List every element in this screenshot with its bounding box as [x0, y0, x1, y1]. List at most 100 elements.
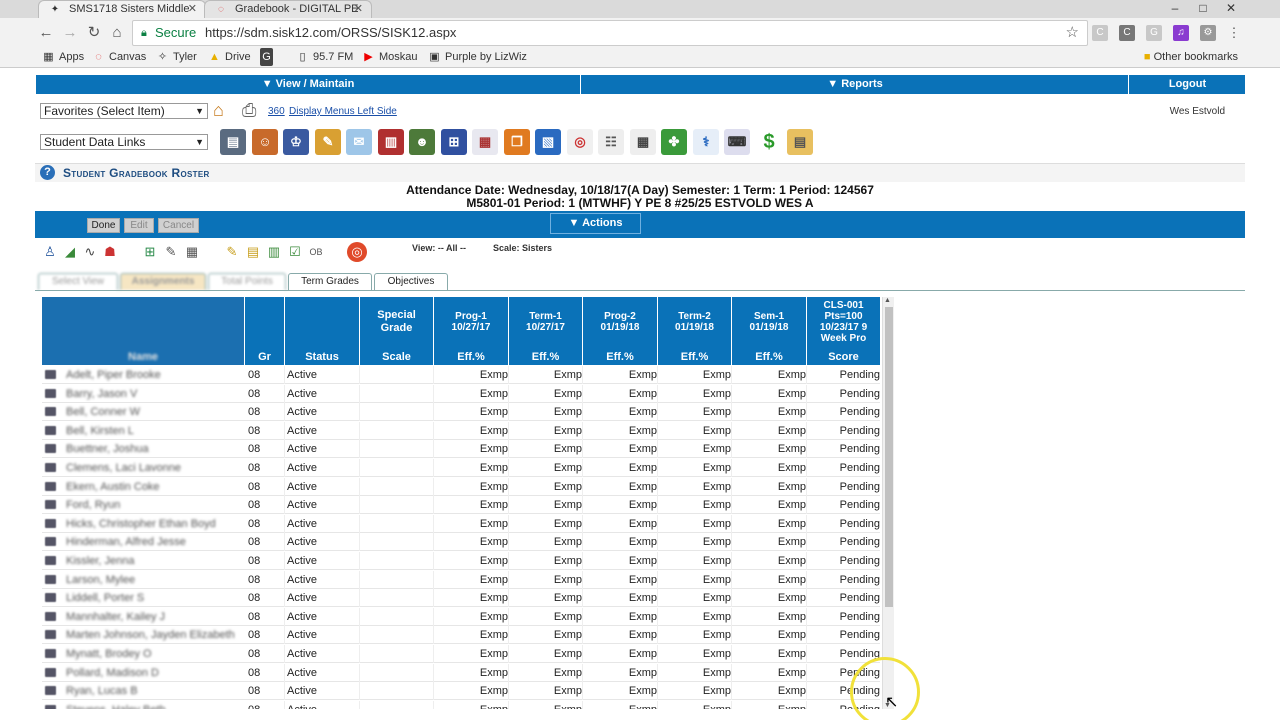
- sem1-cell[interactable]: Exmp: [732, 589, 807, 608]
- grid-icon[interactable]: ▦: [630, 129, 656, 155]
- grade-cell[interactable]: 08: [245, 496, 285, 515]
- student-card-icon[interactable]: [45, 463, 56, 472]
- status-cell[interactable]: Active: [285, 700, 360, 709]
- column-header-prog2[interactable]: Prog-2 01/19/18 Eff.%: [583, 297, 658, 365]
- extension-icon[interactable]: C: [1119, 25, 1135, 41]
- term1-cell[interactable]: Exmp: [509, 384, 583, 403]
- display-menus-left-link[interactable]: Display Menus Left Side: [289, 106, 397, 117]
- url-text[interactable]: https://sdm.sisk12.com/ORSS/SISK12.aspx: [205, 21, 456, 45]
- student-name-cell[interactable]: Ford, Ryun: [66, 496, 244, 514]
- term2-cell[interactable]: Exmp: [658, 403, 732, 422]
- scale-filter[interactable]: Scale: Sisters: [493, 243, 552, 253]
- grade-cell[interactable]: 08: [245, 626, 285, 645]
- actions-dropdown[interactable]: ▼ Actions: [550, 213, 641, 234]
- prog1-cell[interactable]: Exmp: [434, 700, 509, 709]
- tab-objectives[interactable]: Objectives: [374, 273, 448, 290]
- grade-cell[interactable]: 08: [245, 514, 285, 533]
- score-cell[interactable]: Pending: [807, 366, 880, 384]
- sem1-cell[interactable]: Exmp: [732, 663, 807, 682]
- term1-cell[interactable]: Exmp: [509, 421, 583, 440]
- prog1-cell[interactable]: Exmp: [434, 682, 509, 701]
- table-row[interactable]: Ekern, Austin Coke 08 Active Exmp Exmp Exmp Ex…: [42, 477, 880, 496]
- menu-kebab-icon[interactable]: ⋮: [1224, 23, 1244, 43]
- scrollbar-thumb[interactable]: [885, 307, 893, 607]
- sem1-cell[interactable]: Exmp: [732, 552, 807, 570]
- maximize-icon[interactable]: □: [1190, 0, 1216, 18]
- term1-cell[interactable]: Exmp: [509, 496, 583, 515]
- grade-cell[interactable]: 08: [245, 384, 285, 403]
- term1-cell[interactable]: Exmp: [509, 440, 583, 459]
- prog2-cell[interactable]: Exmp: [583, 552, 658, 570]
- prog2-cell[interactable]: Exmp: [583, 626, 658, 645]
- column-header-special-grade[interactable]: Special Grade Scale: [360, 297, 434, 365]
- extension-icon[interactable]: ⚙: [1200, 25, 1216, 41]
- score-cell[interactable]: Pending: [807, 496, 880, 514]
- bookmark-moskau[interactable]: ▶ Moskau: [362, 48, 417, 66]
- menu-view-maintain[interactable]: ▼ View / Maintain: [36, 75, 581, 94]
- table-row[interactable]: Hicks, Christopher Ethan Boyd 08 Active Exm…: [42, 514, 880, 533]
- bookmark-star-icon[interactable]: ☆: [1066, 21, 1079, 45]
- sem1-cell[interactable]: Exmp: [732, 496, 807, 515]
- term2-cell[interactable]: Exmp: [658, 384, 732, 403]
- status-cell[interactable]: Active: [285, 477, 360, 496]
- table-row[interactable]: Buettner, Joshua 08 Active Exmp Exmp Exmp Exmp…: [42, 440, 880, 459]
- student-card-icon[interactable]: [45, 556, 56, 565]
- prog1-cell[interactable]: Exmp: [434, 421, 509, 440]
- table-row[interactable]: Bell, Kirsten L 08 Active Exmp Exmp Exmp Exmp E…: [42, 421, 880, 440]
- student-name-cell[interactable]: Bell, Conner W: [66, 403, 244, 421]
- objectives-icon[interactable]: OB: [306, 242, 326, 262]
- term2-cell[interactable]: Exmp: [658, 607, 732, 626]
- score-cell[interactable]: Pending: [807, 608, 880, 626]
- sem1-cell[interactable]: Exmp: [732, 570, 807, 589]
- sem1-cell[interactable]: Exmp: [732, 403, 807, 422]
- status-cell[interactable]: Active: [285, 607, 360, 626]
- status-cell[interactable]: Active: [285, 366, 360, 384]
- prog1-cell[interactable]: Exmp: [434, 384, 509, 403]
- student-card-icon[interactable]: [45, 500, 56, 510]
- bookmark-957fm[interactable]: ▯ 95.7 FM: [296, 48, 353, 66]
- reload-icon[interactable]: ↻: [84, 23, 104, 43]
- close-tab-icon[interactable]: ✕: [354, 1, 363, 17]
- column-header-status[interactable]: Status: [285, 297, 360, 365]
- status-cell[interactable]: Active: [285, 626, 360, 645]
- status-cell[interactable]: Active: [285, 459, 360, 477]
- table-row[interactable]: Adelt, Piper Brooke 08 Active Exmp Exmp Exmp E…: [42, 366, 880, 384]
- tab-assignments[interactable]: Assignments: [120, 273, 206, 290]
- score-cell[interactable]: Pending: [807, 403, 880, 421]
- browser-tab-gradebook[interactable]: ◌ Gradebook - DIGITAL PE ✕: [204, 0, 372, 18]
- status-cell[interactable]: Active: [285, 496, 360, 515]
- prog1-cell[interactable]: Exmp: [434, 533, 509, 552]
- term2-cell[interactable]: Exmp: [658, 570, 732, 589]
- term2-cell[interactable]: Exmp: [658, 626, 732, 645]
- student-name-cell[interactable]: Hinderman, Alfred Jesse: [66, 533, 244, 551]
- grade-cell[interactable]: 08: [245, 682, 285, 701]
- bookmark-drive[interactable]: ▲ Drive: [208, 48, 251, 66]
- term1-cell[interactable]: Exmp: [509, 533, 583, 552]
- column-header-cls001[interactable]: CLS-001 Pts=100 10/23/17 9 Week Pro Score: [807, 297, 880, 365]
- extension-icon[interactable]: G: [1146, 25, 1162, 41]
- bookmark-apps[interactable]: ▦ Apps: [42, 48, 84, 66]
- tab-term-grades[interactable]: Term Grades: [288, 273, 372, 290]
- extension-icon[interactable]: C: [1092, 25, 1108, 41]
- status-cell[interactable]: Active: [285, 384, 360, 403]
- special-grade-cell[interactable]: [360, 607, 434, 626]
- special-grade-cell[interactable]: [360, 384, 434, 403]
- prog2-cell[interactable]: Exmp: [583, 589, 658, 608]
- prog1-cell[interactable]: Exmp: [434, 607, 509, 626]
- home-icon[interactable]: ⌂: [213, 100, 224, 121]
- table-row[interactable]: Mynatt, Brodey O 08 Active Exmp Exmp Exmp Exmp…: [42, 645, 880, 663]
- status-cell[interactable]: Active: [285, 645, 360, 663]
- special-grade-cell[interactable]: [360, 570, 434, 589]
- tool-graph-icon[interactable]: ∿: [80, 242, 100, 262]
- score-cell[interactable]: Pending: [807, 571, 880, 589]
- term2-cell[interactable]: Exmp: [658, 421, 732, 440]
- column-header-name[interactable]: Name: [42, 297, 245, 365]
- grade-cell[interactable]: 08: [245, 366, 285, 384]
- prog2-cell[interactable]: Exmp: [583, 682, 658, 701]
- term2-cell[interactable]: Exmp: [658, 440, 732, 459]
- student-card-icon[interactable]: [45, 611, 56, 621]
- prog1-cell[interactable]: Exmp: [434, 459, 509, 477]
- grade-cell[interactable]: 08: [245, 663, 285, 682]
- forward-icon[interactable]: →: [60, 23, 80, 43]
- sem1-cell[interactable]: Exmp: [732, 366, 807, 384]
